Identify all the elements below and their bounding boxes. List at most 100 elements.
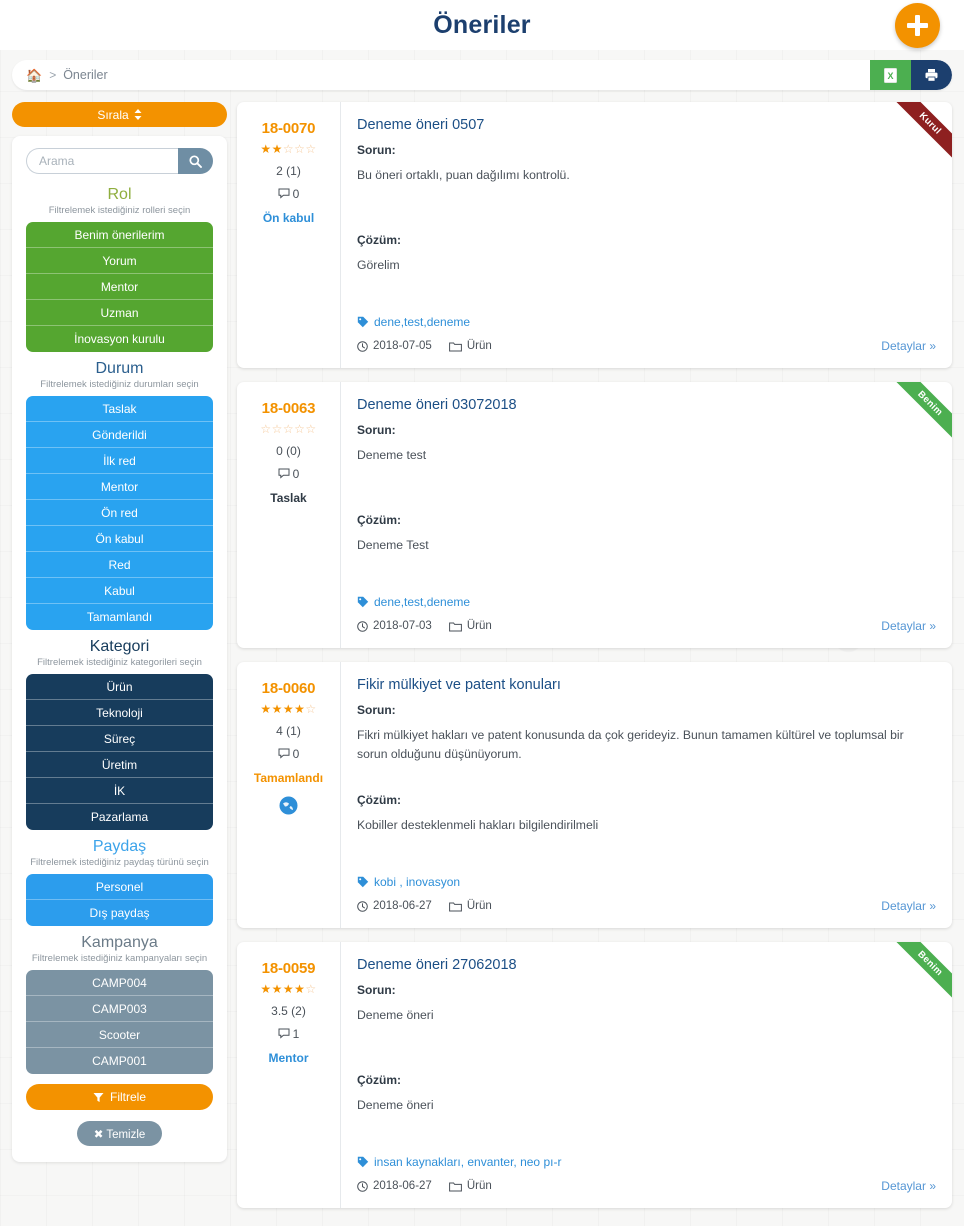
details-link[interactable]: Detaylar » xyxy=(881,1179,936,1193)
print-button[interactable] xyxy=(911,60,952,90)
filter-option-pazarlama[interactable]: Pazarlama xyxy=(26,804,213,830)
suggestion-title: Deneme öneri 27062018 xyxy=(357,957,517,973)
filter-groups: Rol Filtrelemek istediğiniz rolleri seçin… xyxy=(26,186,213,1074)
problem-label: Sorun: xyxy=(357,983,396,997)
tag-icon xyxy=(357,876,369,888)
rating-value: 3.5 (2) xyxy=(271,1004,306,1018)
add-suggestion-button[interactable] xyxy=(895,3,940,48)
date-value: 2018-06-27 xyxy=(373,900,432,912)
tag-list[interactable]: insan kaynakları, envanter, neo pı-r xyxy=(357,1155,561,1169)
tag-text: dene,test,deneme xyxy=(374,595,471,609)
filter-option-benim-önerilerim[interactable]: Benim önerilerim xyxy=(26,222,213,248)
rating-stars: ★★★★☆ xyxy=(260,982,317,996)
filter-group-title: Durum xyxy=(95,360,144,377)
filter-group-paydaş: Paydaş Filtrelemek istediğiniz paydaş tür… xyxy=(26,838,213,926)
filter-option-yorum[interactable]: Yorum xyxy=(26,248,213,274)
tag-list[interactable]: kobi , inovasyon xyxy=(357,875,460,889)
filter-option-mentor[interactable]: Mentor xyxy=(26,474,213,500)
rating-stars: ★★☆☆☆ xyxy=(260,142,317,156)
filter-option-camp001[interactable]: CAMP001 xyxy=(26,1048,213,1074)
details-link[interactable]: Detaylar » xyxy=(881,899,936,913)
filter-group-durum: Durum Filtrelemek istediğiniz durumları s… xyxy=(26,360,213,630)
filter-group-title: Kampanya xyxy=(81,934,158,951)
tag-list[interactable]: dene,test,deneme xyxy=(357,595,470,609)
sort-updown-icon xyxy=(134,109,142,120)
apply-filter-label: Filtrele xyxy=(109,1090,146,1104)
filter-option-personel[interactable]: Personel xyxy=(26,874,213,900)
card-meta-column: 18-0063 ☆☆☆☆☆ 0 (0) 0 Taslak xyxy=(237,382,341,648)
date-meta: 2018-06-27 xyxy=(357,1180,432,1192)
filter-option-camp004[interactable]: CAMP004 xyxy=(26,970,213,996)
rating-value: 0 (0) xyxy=(276,444,301,458)
card-meta-column: 18-0060 ★★★★☆ 4 (1) 0 Tamamlandı xyxy=(237,662,341,928)
details-link[interactable]: Detaylar » xyxy=(881,339,936,353)
search-input[interactable] xyxy=(26,148,178,174)
filter-option-üretim[interactable]: Üretim xyxy=(26,752,213,778)
tag-icon xyxy=(357,596,369,608)
filter-option-uzman[interactable]: Uzman xyxy=(26,300,213,326)
page-title: Öneriler xyxy=(433,10,531,39)
filter-option-teknoloji[interactable]: Teknoloji xyxy=(26,700,213,726)
apply-filter-button[interactable]: Filtrele xyxy=(26,1084,213,1110)
excel-export-button[interactable]: X xyxy=(870,60,911,90)
suggestion-card[interactable]: Benim 18-0059 ★★★★☆ 3.5 (2) 1 Mentor Deneme ön… xyxy=(237,942,952,1208)
status-badge: Tamamlandı xyxy=(253,771,324,785)
suggestion-code: 18-0063 xyxy=(261,400,316,417)
problem-box: Deneme test xyxy=(357,446,934,504)
filter-option-scooter[interactable]: Scooter xyxy=(26,1022,213,1048)
search-button[interactable] xyxy=(177,148,213,174)
filter-option-mentor[interactable]: Mentor xyxy=(26,274,213,300)
filter-option-i̇k[interactable]: İK xyxy=(26,778,213,804)
status-badge: Taslak xyxy=(270,491,307,505)
date-value: 2018-07-03 xyxy=(373,620,432,632)
filter-option-tamamlandı[interactable]: Tamamlandı xyxy=(26,604,213,630)
suggestion-code: 18-0059 xyxy=(261,960,316,977)
rating-value: 2 (1) xyxy=(276,164,301,178)
suggestion-card[interactable]: 18-0060 ★★★★☆ 4 (1) 0 Tamamlandı Fikir mülkiy… xyxy=(237,662,952,928)
clock-icon xyxy=(357,620,368,632)
filter-option-red[interactable]: Red xyxy=(26,552,213,578)
page-root: Öneriler 🏠 > Öneriler X Sırala Arama Rol… xyxy=(0,0,964,1226)
folder-icon xyxy=(448,1182,462,1191)
comment-count-value: 0 xyxy=(292,467,300,481)
filter-sidebar: Sırala RolFiltrelemek istediği xyxy=(12,102,227,1222)
sort-button[interactable]: Sırala xyxy=(12,102,227,127)
filter-option-list: Personel Dış paydaş xyxy=(26,874,213,926)
card-body: Deneme öneri 03072018 Sorun: Deneme test Çö… xyxy=(341,382,952,648)
breadcrumb-current: Öneriler xyxy=(63,68,108,82)
home-icon[interactable]: 🏠 xyxy=(26,69,42,82)
sort-button-label: Sırala xyxy=(97,107,129,122)
problem-label: Sorun: xyxy=(357,143,396,157)
filter-option-i̇novasyon-kurulu[interactable]: İnovasyon kurulu xyxy=(26,326,213,352)
clock-icon xyxy=(357,900,368,912)
filter-option-ön-red[interactable]: Ön red xyxy=(26,500,213,526)
filter-option-ön-kabul[interactable]: Ön kabul xyxy=(26,526,213,552)
card-footer: 2018-06-27 Ürün Detaylar » xyxy=(357,1179,936,1193)
filter-option-kabul[interactable]: Kabul xyxy=(26,578,213,604)
category-value: Ürün xyxy=(466,900,492,912)
filter-option-süreç[interactable]: Süreç xyxy=(26,726,213,752)
suggestion-title: Deneme öneri 0507 xyxy=(357,117,485,133)
filter-option-i̇lk-red[interactable]: İlk red xyxy=(26,448,213,474)
svg-text:X: X xyxy=(887,71,893,81)
solution-text: Görelim xyxy=(357,258,400,272)
suggestion-card[interactable]: Kurul 18-0070 ★★☆☆☆ 2 (1) 0 Ön kabul Deneme ön… xyxy=(237,102,952,368)
filter-option-ürün[interactable]: Ürün xyxy=(26,674,213,700)
filter-option-taslak[interactable]: Taslak xyxy=(26,396,213,422)
filter-option-camp003[interactable]: CAMP003 xyxy=(26,996,213,1022)
suggestion-card[interactable]: Benim 18-0063 ☆☆☆☆☆ 0 (0) 0 Taslak Deneme öner… xyxy=(237,382,952,648)
filter-option-dış-paydaş[interactable]: Dış paydaş xyxy=(26,900,213,926)
folder-icon xyxy=(448,342,462,351)
tag-list[interactable]: dene,test,deneme xyxy=(357,315,470,329)
clear-filter-button[interactable]: ✖ Temizle xyxy=(76,1121,163,1146)
date-meta: 2018-07-03 xyxy=(357,620,432,632)
problem-box: Deneme öneri xyxy=(357,1006,934,1064)
clock-icon xyxy=(357,1180,368,1192)
filter-option-gönderildi[interactable]: Gönderildi xyxy=(26,422,213,448)
tag-icon xyxy=(357,316,369,328)
filter-group-subtitle: Filtrelemek istediğiniz paydaş türünü se… xyxy=(30,857,209,868)
details-link[interactable]: Detaylar » xyxy=(881,619,936,633)
card-body: Deneme öneri 27062018 Sorun: Deneme öneri Ç… xyxy=(341,942,952,1208)
category-meta: Ürün xyxy=(448,340,492,352)
globe-icon[interactable] xyxy=(243,796,334,815)
